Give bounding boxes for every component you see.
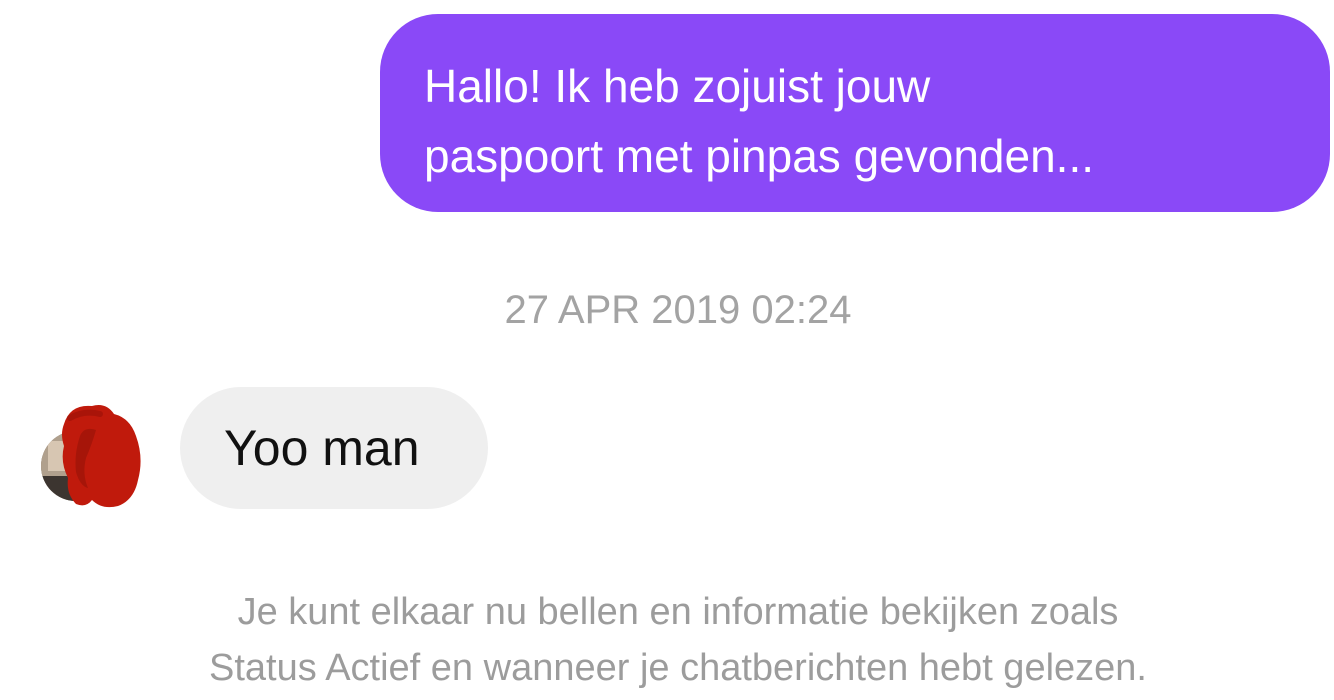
- message-timestamp: 27 APR 2019 02:24: [504, 288, 852, 332]
- chat-thread: Hallo! Ik heb zojuist jouw paspoort met …: [0, 0, 1334, 700]
- chat-info-notice: Je kunt elkaar nu bellen en informatie b…: [0, 584, 1334, 696]
- outgoing-message-line: paspoort met pinpas gevonden...: [424, 130, 1095, 182]
- outgoing-message-line: Hallo! Ik heb zojuist jouw: [424, 60, 931, 112]
- avatar[interactable]: [40, 396, 154, 510]
- profile-photo-icon: [41, 405, 141, 508]
- incoming-message-bubble[interactable]: Yoo man: [180, 387, 488, 509]
- redaction-scribble: [62, 405, 141, 508]
- info-notice-line: Status Actief en wanneer je chatberichte…: [209, 647, 1147, 689]
- outgoing-message-bubble[interactable]: Hallo! Ik heb zojuist jouw paspoort met …: [380, 14, 1330, 212]
- info-notice-line: Je kunt elkaar nu bellen en informatie b…: [237, 591, 1119, 633]
